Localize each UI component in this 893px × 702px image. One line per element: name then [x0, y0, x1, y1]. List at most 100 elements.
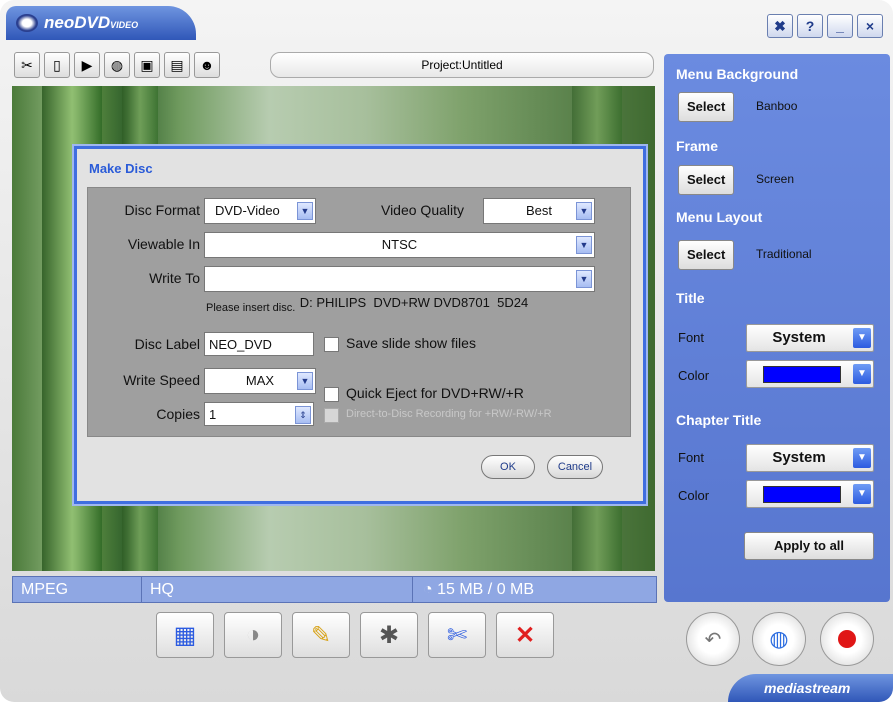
- chevron-down-icon[interactable]: ▼: [576, 202, 592, 220]
- cut-icon[interactable]: ✄: [428, 612, 486, 658]
- eye-logo-icon: [16, 14, 38, 32]
- new-project-icon[interactable]: ▯: [44, 52, 70, 78]
- save-icon[interactable]: ▣: [134, 52, 160, 78]
- copies-stepper[interactable]: 1 ⇕: [204, 402, 314, 426]
- app-window: neoDVDVIDEO ✖ ? _ × ✂ ▯ ▶ ◍ ▣ ▤ ☻ Projec…: [0, 0, 893, 702]
- open-folder-icon[interactable]: ▶: [74, 52, 100, 78]
- menu-layout-value: Traditional: [756, 247, 812, 261]
- chevron-down-icon[interactable]: ▼: [576, 270, 592, 288]
- write-speed-value: MAX: [245, 373, 275, 388]
- users-icon[interactable]: ☻: [194, 52, 220, 78]
- dialog-body: Disc Format DVD-Video ▼ Video Quality Be…: [87, 187, 631, 437]
- save-as-icon[interactable]: ▤: [164, 52, 190, 78]
- copies-label: Copies: [156, 406, 200, 422]
- effects-icon[interactable]: ✱: [360, 612, 418, 658]
- chevron-down-icon[interactable]: ▼: [853, 364, 871, 384]
- help-icon[interactable]: ?: [797, 14, 823, 38]
- viewable-in-label: Viewable In: [127, 236, 200, 252]
- record-icon[interactable]: [820, 612, 874, 666]
- write-speed-select[interactable]: MAX ▼: [204, 368, 316, 394]
- frame-heading: Frame: [676, 138, 719, 154]
- tools-icon[interactable]: ✂: [14, 52, 40, 78]
- chapter-color-label: Color: [678, 488, 710, 503]
- disc-label-input[interactable]: NEO_DVD: [204, 332, 314, 356]
- insert-disc-message: Please insert disc.: [206, 302, 296, 314]
- save-slide-show-checkbox[interactable]: [324, 337, 339, 352]
- cancel-button[interactable]: Cancel: [547, 455, 603, 479]
- make-disc-dialog: Make Disc Disc Format DVD-Video ▼ Video …: [74, 146, 646, 504]
- disc-label-label: Disc Label: [134, 336, 200, 352]
- edit-icon[interactable]: ✎: [292, 612, 350, 658]
- write-speed-label: Write Speed: [123, 372, 200, 388]
- write-to-label: Write To: [149, 270, 200, 286]
- size-value: 15 MB / 0 MB: [437, 581, 535, 598]
- dialog-title: Make Disc: [89, 161, 153, 176]
- viewable-in-select[interactable]: NTSC ▼: [204, 232, 595, 258]
- chapter-color-swatch: [763, 486, 841, 503]
- direct-to-disc-label: Direct-to-Disc Recording for +RW/-RW/+R: [346, 408, 552, 420]
- save-slide-show-label: Save slide show files: [346, 335, 476, 351]
- disc-format-select[interactable]: DVD-Video ▼: [204, 198, 316, 224]
- menu-background-select-button[interactable]: Select: [678, 92, 735, 122]
- title-color-label: Color: [678, 368, 710, 383]
- chapter-font-value: System: [772, 449, 826, 466]
- bottom-toolbar: ▦ ◑ ✎ ✱ ✄ ✕: [156, 612, 554, 658]
- video-quality-select[interactable]: Best ▼: [483, 198, 595, 224]
- title-color-select[interactable]: ▼: [746, 360, 874, 388]
- main-toolbar: ✂ ▯ ▶ ◍ ▣ ▤ ☻: [14, 52, 220, 78]
- chevron-down-icon[interactable]: ▼: [853, 484, 871, 504]
- copies-value: 1: [209, 407, 217, 422]
- globe-icon[interactable]: ◍: [104, 52, 130, 78]
- chevron-down-icon[interactable]: ▼: [297, 202, 313, 220]
- chapter-font-select[interactable]: System ▼: [746, 444, 874, 472]
- chevron-down-icon[interactable]: ▼: [853, 448, 871, 468]
- viewable-in-value: NTSC: [381, 237, 418, 252]
- quick-eject-checkbox[interactable]: [324, 387, 339, 402]
- title-font-select[interactable]: System ▼: [746, 324, 874, 352]
- window-controls: ✖ ? _ ×: [767, 14, 883, 38]
- disc-format-label: Disc Format: [124, 202, 200, 218]
- video-quality-label: Video Quality: [380, 202, 464, 218]
- title-font-label: Font: [678, 330, 705, 345]
- menu-layout-select-button[interactable]: Select: [678, 240, 735, 270]
- project-name: Project:Untitled: [270, 52, 654, 78]
- status-bar: MPEG HQ ◔ 15 MB / 0 MB: [12, 576, 657, 603]
- app-logo: neoDVDVIDEO: [6, 6, 196, 40]
- direct-to-disc-checkbox[interactable]: [324, 408, 339, 423]
- brand-logo: mediastream: [728, 674, 893, 702]
- menu-background-heading: Menu Background: [676, 66, 799, 82]
- quick-eject-label: Quick Eject for DVD+RW/+R: [346, 385, 524, 401]
- disc-format-value: DVD-Video: [215, 203, 280, 218]
- chapter-title-heading: Chapter Title: [676, 412, 762, 428]
- chevron-down-icon[interactable]: ▼: [853, 328, 871, 348]
- title-heading: Title: [676, 290, 705, 306]
- menu-grid-icon[interactable]: ▦: [156, 612, 214, 658]
- chapter-font-label: Font: [678, 450, 705, 465]
- chapter-color-select[interactable]: ▼: [746, 480, 874, 508]
- delete-icon[interactable]: ✕: [496, 612, 554, 658]
- settings-panel: Menu Background Select Banboo Frame Sele…: [664, 54, 890, 602]
- close-icon[interactable]: ×: [857, 14, 883, 38]
- logo-text: neoDVD: [44, 13, 111, 32]
- tools-icon[interactable]: ✖: [767, 14, 793, 38]
- format-status: MPEG: [13, 577, 142, 602]
- size-status: ◔ 15 MB / 0 MB: [423, 581, 535, 598]
- ok-button[interactable]: OK: [481, 455, 535, 479]
- media-icon[interactable]: ◑: [224, 612, 282, 658]
- spin-icon[interactable]: ⇕: [295, 406, 311, 424]
- frame-value: Screen: [756, 172, 795, 186]
- quality-status: HQ: [142, 577, 413, 602]
- back-icon[interactable]: ↶: [686, 612, 740, 666]
- menu-layout-heading: Menu Layout: [676, 209, 763, 225]
- write-to-value: D: PHILIPS DVD+RW DVD8701 5D24: [299, 295, 529, 310]
- chevron-down-icon[interactable]: ▼: [297, 372, 313, 390]
- title-color-swatch: [763, 366, 841, 383]
- minimize-icon[interactable]: _: [827, 14, 853, 38]
- chevron-down-icon[interactable]: ▼: [576, 236, 592, 254]
- video-quality-value: Best: [525, 203, 552, 218]
- write-to-select[interactable]: D: PHILIPS DVD+RW DVD8701 5D24 ▼: [204, 266, 595, 310]
- frame-select-button[interactable]: Select: [678, 165, 735, 195]
- globe-burn-icon[interactable]: ◍: [752, 612, 806, 666]
- menu-background-value: Banboo: [756, 99, 798, 113]
- apply-to-all-button[interactable]: Apply to all: [744, 532, 874, 560]
